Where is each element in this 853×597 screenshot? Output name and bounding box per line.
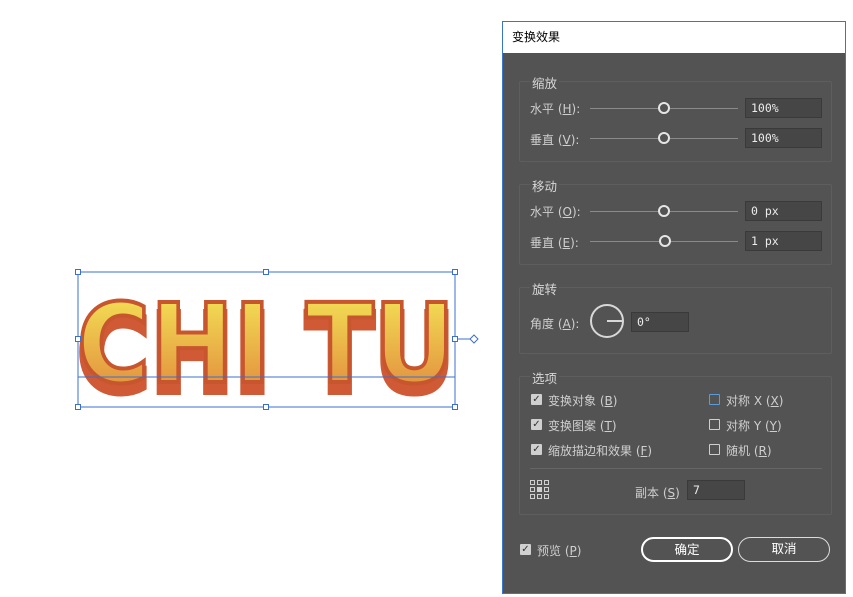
scale-strokes-label[interactable]: 缩放描边和效果 (F) bbox=[548, 442, 652, 459]
handle-middle-right bbox=[452, 336, 458, 342]
transform-objects-label[interactable]: 变换对象 (B) bbox=[548, 392, 617, 409]
move-group-title: 移动 bbox=[530, 176, 560, 195]
handle-top-center bbox=[263, 269, 269, 275]
scale-h-input[interactable]: 100% bbox=[745, 98, 822, 118]
scale-h-label: 水平 (H): bbox=[530, 102, 581, 116]
transform-effect-dialog: 变换效果 缩放 水平 (H): 100% 垂直 (V): 100% 移动 水平 … bbox=[502, 21, 846, 594]
transform-patterns-label[interactable]: 变换图案 (T) bbox=[548, 417, 617, 434]
move-v-slider-thumb[interactable] bbox=[659, 235, 672, 247]
scale-v-slider-thumb[interactable] bbox=[658, 132, 670, 144]
transform-objects-checkbox[interactable]: ✓ bbox=[531, 394, 542, 405]
reflect-y-label[interactable]: 对称 Y (Y) bbox=[726, 417, 782, 434]
random-label[interactable]: 随机 (R) bbox=[726, 442, 772, 459]
scale-group: 缩放 水平 (H): 100% 垂直 (V): 100% bbox=[519, 73, 832, 162]
options-group: 选项 ✓ 变换对象 (B) ✓ 变换图案 (T) ✓ 缩放描边和效果 (F) 对… bbox=[519, 368, 832, 515]
move-h-input[interactable]: 0 px bbox=[745, 201, 822, 221]
canvas-artwork[interactable]: CHI TU CHI TU bbox=[0, 0, 500, 597]
move-v-input[interactable]: 1 px bbox=[745, 231, 822, 251]
rotate-handle-icon bbox=[469, 334, 479, 344]
handle-top-right bbox=[452, 269, 458, 275]
reflect-y-checkbox[interactable] bbox=[709, 419, 720, 430]
scale-h-slider-thumb[interactable] bbox=[658, 102, 670, 114]
options-separator bbox=[530, 468, 822, 469]
move-v-label: 垂直 (E): bbox=[530, 236, 579, 250]
reflect-x-label[interactable]: 对称 X (X) bbox=[726, 392, 783, 409]
cancel-button[interactable]: 取消 bbox=[738, 537, 830, 562]
scale-strokes-checkbox[interactable]: ✓ bbox=[531, 444, 542, 455]
angle-label: 角度 (A): bbox=[530, 317, 580, 331]
preview-label[interactable]: 预览 (P) bbox=[537, 542, 581, 559]
copies-input[interactable]: 7 bbox=[687, 480, 745, 500]
scale-v-input[interactable]: 100% bbox=[745, 128, 822, 148]
transform-patterns-checkbox[interactable]: ✓ bbox=[531, 419, 542, 430]
angle-input[interactable]: 0° bbox=[631, 312, 689, 332]
art-text[interactable]: CHI TU bbox=[75, 278, 457, 410]
handle-bottom-left bbox=[75, 404, 81, 410]
move-h-label: 水平 (O): bbox=[530, 205, 581, 219]
rotate-group-title: 旋转 bbox=[530, 279, 560, 298]
handle-top-left bbox=[75, 269, 81, 275]
move-h-slider-thumb[interactable] bbox=[658, 205, 670, 217]
preview-checkbox[interactable]: ✓ bbox=[520, 544, 531, 555]
handle-bottom-right bbox=[452, 404, 458, 410]
handle-bottom-center bbox=[263, 404, 269, 410]
ok-button[interactable]: 确定 bbox=[641, 537, 733, 562]
angle-dial-icon[interactable] bbox=[590, 304, 624, 338]
random-checkbox[interactable] bbox=[709, 444, 720, 455]
reflect-x-checkbox[interactable] bbox=[709, 394, 720, 405]
copies-label: 副本 (S) bbox=[635, 486, 680, 500]
dialog-title: 变换效果 bbox=[503, 22, 845, 53]
rotate-group: 旋转 角度 (A): 0° bbox=[519, 279, 832, 354]
scale-group-title: 缩放 bbox=[530, 73, 560, 92]
reference-point-grid-icon[interactable] bbox=[530, 480, 549, 499]
handle-middle-left bbox=[75, 336, 81, 342]
scale-v-label: 垂直 (V): bbox=[530, 133, 580, 147]
options-group-title: 选项 bbox=[530, 368, 560, 387]
move-group: 移动 水平 (O): 0 px 垂直 (E): 1 px bbox=[519, 176, 832, 265]
